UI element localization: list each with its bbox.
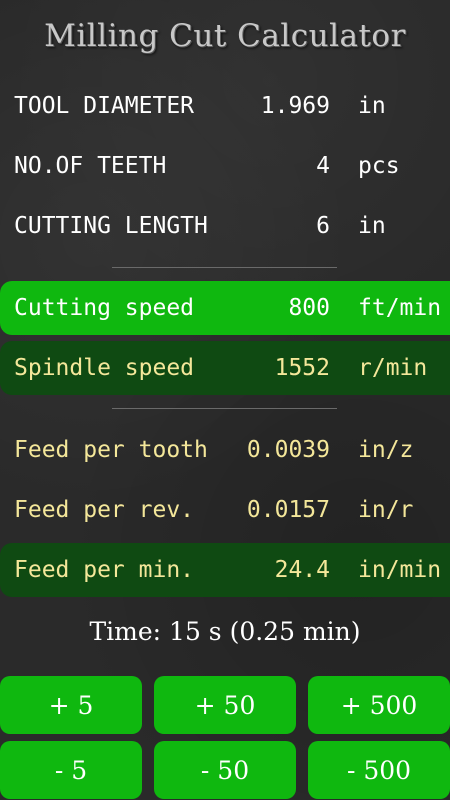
feed-per-rev-unit: in/r [358, 497, 414, 523]
cutting-speed-row[interactable]: Cutting speed 800 ft/min [0, 281, 450, 335]
feed-per-tooth-label: Feed per tooth [14, 437, 208, 463]
plus-500-button[interactable]: + 500 [308, 676, 450, 734]
input-row-tool-diameter[interactable]: TOOL DIAMETER 1.969 in [0, 79, 450, 133]
feed-per-tooth-value[interactable]: 0.0039 [247, 437, 330, 463]
feed-per-min-label: Feed per min. [14, 557, 195, 583]
feed-per-rev-value[interactable]: 0.0157 [247, 497, 330, 523]
minus-50-button[interactable]: - 50 [154, 741, 296, 799]
feed-per-rev-label: Feed per rev. [14, 497, 195, 523]
cutting-length-value[interactable]: 6 [316, 213, 330, 239]
cutting-speed-unit: ft/min [358, 295, 442, 321]
cutting-speed-value[interactable]: 800 [288, 295, 330, 321]
teeth-value[interactable]: 4 [316, 153, 330, 179]
cutting-length-unit: in [358, 213, 386, 239]
minus-5-button[interactable]: - 5 [0, 741, 142, 799]
spindle-speed-label: Spindle speed [14, 355, 195, 381]
tool-diameter-value[interactable]: 1.969 [261, 93, 330, 119]
feed-per-min-row[interactable]: Feed per min. 24.4 in/min [0, 543, 450, 597]
tool-diameter-label: TOOL DIAMETER [14, 93, 195, 119]
cutting-length-label: CUTTING LENGTH [14, 213, 208, 239]
feed-per-min-value[interactable]: 24.4 [275, 557, 330, 583]
tool-diameter-unit: in [358, 93, 386, 119]
input-row-teeth[interactable]: NO.OF TEETH 4 pcs [0, 139, 450, 193]
divider-middle [112, 408, 337, 409]
teeth-unit: pcs [358, 153, 400, 179]
feed-per-tooth-row[interactable]: Feed per tooth 0.0039 in/z [0, 423, 450, 477]
plus-5-button[interactable]: + 5 [0, 676, 142, 734]
cutting-speed-label: Cutting speed [14, 295, 195, 321]
minus-500-button[interactable]: - 500 [308, 741, 450, 799]
teeth-label: NO.OF TEETH [14, 153, 167, 179]
divider-top [112, 267, 337, 268]
feed-per-min-unit: in/min [358, 557, 442, 583]
input-row-cutting-length[interactable]: CUTTING LENGTH 6 in [0, 199, 450, 253]
plus-50-button[interactable]: + 50 [154, 676, 296, 734]
spindle-speed-row[interactable]: Spindle speed 1552 r/min [0, 341, 450, 395]
spindle-speed-value[interactable]: 1552 [275, 355, 330, 381]
feed-per-tooth-unit: in/z [358, 437, 414, 463]
feed-per-rev-row[interactable]: Feed per rev. 0.0157 in/r [0, 483, 450, 537]
spindle-speed-unit: r/min [358, 355, 428, 381]
app-title: Milling Cut Calculator [44, 18, 406, 54]
cut-time-readout: Time: 15 s (0.25 min) [89, 617, 361, 646]
